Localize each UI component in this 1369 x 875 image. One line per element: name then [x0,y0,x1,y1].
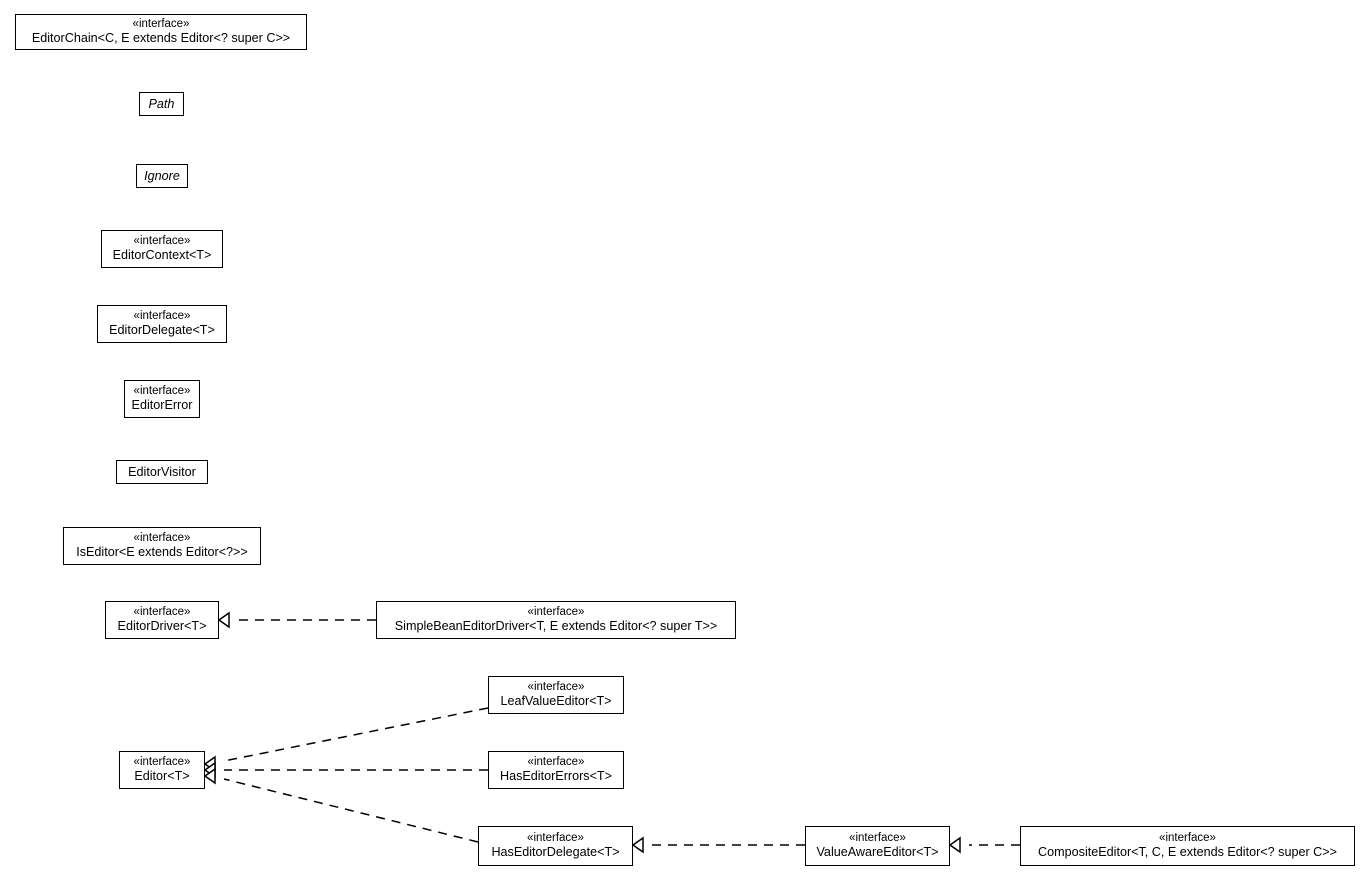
relationship-edge-valueawareeditor-to-haseditordelegate [631,836,805,854]
dashed-connector-line [223,778,479,843]
stereotype-label: «interface» [133,384,191,397]
class-name-label: EditorError [131,398,193,413]
uml-class-editor-delegate[interactable]: «interface» EditorDelegate<T> [97,305,227,343]
hollow-triangle-arrowhead-icon [631,836,644,854]
relationship-edge-simplebean-to-editordriver [217,611,376,629]
stereotype-label: «interface» [527,831,584,844]
stereotype-label: «interface» [133,309,191,322]
uml-class-ignore[interactable]: Ignore [136,164,188,188]
class-name-label: Editor<T> [134,769,190,784]
stereotype-label: «interface» [849,831,906,844]
hollow-triangle-arrowhead-icon [203,767,216,785]
class-name-label: EditorVisitor [128,464,196,479]
stereotype-label: «interface» [527,680,585,693]
relationship-edge-haseditordelegate-to-editor [203,767,479,843]
uml-class-is-editor[interactable]: «interface» IsEditor<E extends Editor<?>> [63,527,261,565]
uml-class-path[interactable]: Path [139,92,184,116]
uml-class-value-aware-editor[interactable]: «interface» ValueAwareEditor<T> [805,826,950,866]
stereotype-label: «interface» [133,755,191,768]
class-name-label: EditorDelegate<T> [109,323,215,338]
class-name-label: Path [148,96,175,111]
class-name-label: IsEditor<E extends Editor<?>> [76,545,248,560]
class-name-label: HasEditorErrors<T> [500,769,612,784]
dashed-connector-line [223,707,489,762]
stereotype-label: «interface» [132,17,190,30]
uml-class-diagram: «interface» EditorChain<C, E extends Edit… [0,0,1369,875]
relationship-edge-layer [203,611,1020,854]
relationship-edge-compositeeditor-to-valueawareeditor [948,836,1020,854]
class-name-label: LeafValueEditor<T> [500,694,612,709]
class-name-label: ValueAwareEditor<T> [816,845,939,860]
class-name-label: SimpleBeanEditorDriver<T, E extends Edit… [394,619,718,634]
class-name-label: HasEditorDelegate<T> [491,845,620,860]
hollow-triangle-arrowhead-icon [203,755,216,773]
stereotype-label: «interface» [527,755,585,768]
uml-class-has-editor-errors[interactable]: «interface» HasEditorErrors<T> [488,751,624,789]
uml-class-simple-bean-editor-driver[interactable]: «interface» SimpleBeanEditorDriver<T, E e… [376,601,736,639]
class-name-label: CompositeEditor<T, C, E extends Editor<?… [1038,845,1337,860]
stereotype-label: «interface» [133,605,191,618]
uml-class-editor[interactable]: «interface» Editor<T> [119,751,205,789]
uml-class-composite-editor[interactable]: «interface» CompositeEditor<T, C, E exten… [1020,826,1355,866]
stereotype-label: «interface» [133,531,191,544]
uml-class-editor-visitor[interactable]: EditorVisitor [116,460,208,484]
hollow-triangle-arrowhead-icon [217,611,230,629]
class-name-label: EditorContext<T> [112,248,212,263]
uml-class-editor-error[interactable]: «interface» EditorError [124,380,200,418]
relationship-edge-haseditorerrors-to-editor [203,761,488,779]
uml-class-leaf-value-editor[interactable]: «interface» LeafValueEditor<T> [488,676,624,714]
stereotype-label: «interface» [1159,831,1216,844]
hollow-triangle-arrowhead-icon [948,836,961,854]
uml-class-has-editor-delegate[interactable]: «interface» HasEditorDelegate<T> [478,826,633,866]
hollow-triangle-arrowhead-icon [203,761,216,779]
class-name-label: EditorChain<C, E extends Editor<? super … [31,31,291,46]
class-name-label: Ignore [144,168,180,183]
uml-class-editor-chain[interactable]: «interface» EditorChain<C, E extends Edit… [15,14,307,50]
uml-class-editor-driver[interactable]: «interface» EditorDriver<T> [105,601,219,639]
stereotype-label: «interface» [133,234,191,247]
class-name-label: EditorDriver<T> [117,619,207,634]
relationship-edge-leafvalueeditor-to-editor [203,707,489,773]
uml-class-editor-context[interactable]: «interface» EditorContext<T> [101,230,223,268]
stereotype-label: «interface» [527,605,585,618]
